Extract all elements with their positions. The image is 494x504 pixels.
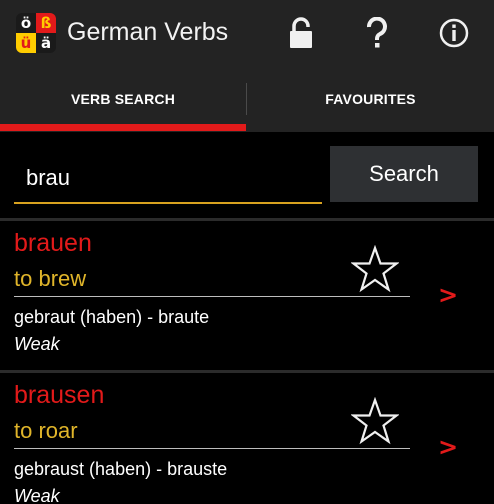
verb-translation: to roar: [14, 418, 78, 443]
verb-type: Weak: [14, 486, 60, 504]
info-button[interactable]: [434, 12, 474, 54]
tab-bar: VERB SEARCH FAVOURITES: [0, 66, 494, 132]
info-icon: [439, 18, 469, 48]
verb-forms: gebraust (haben) - brauste: [14, 459, 228, 479]
favourite-star-icon[interactable]: [351, 397, 399, 445]
verb-list-item[interactable]: brausen to roar gebraust (haben) - braus…: [0, 373, 494, 504]
verb-type: Weak: [14, 334, 60, 354]
verb-list-item[interactable]: brauen to brew gebraut (haben) - braute …: [0, 221, 494, 371]
logo-letter: ß: [36, 13, 56, 33]
divider: [14, 448, 410, 449]
lock-button[interactable]: [281, 12, 321, 54]
search-input[interactable]: [14, 148, 322, 204]
logo-letter: ü: [16, 33, 36, 53]
tab-verb-search[interactable]: VERB SEARCH: [0, 66, 246, 132]
favourite-star-icon[interactable]: [351, 245, 399, 293]
help-button[interactable]: [357, 12, 397, 54]
verb-infinitive: brausen: [14, 381, 105, 409]
logo-letter: ä: [36, 33, 56, 53]
chevron-right-icon[interactable]: >: [438, 433, 458, 461]
active-tab-indicator: [0, 124, 246, 131]
verb-forms: gebraut (haben) - braute: [14, 307, 210, 327]
verb-translation: to brew: [14, 266, 87, 291]
divider: [14, 296, 410, 297]
search-button[interactable]: Search: [330, 146, 478, 202]
verb-infinitive: brauen: [14, 229, 92, 257]
app-bar: ö ß ü ä German Verbs: [0, 0, 494, 66]
logo-letter: ö: [16, 13, 36, 33]
help-icon: [367, 17, 387, 48]
tab-favourites[interactable]: FAVOURITES: [247, 66, 494, 132]
app-title: German Verbs: [67, 18, 229, 46]
chevron-right-icon[interactable]: >: [438, 281, 458, 309]
app-logo: ö ß ü ä: [16, 13, 56, 53]
lock-icon: [290, 17, 312, 48]
